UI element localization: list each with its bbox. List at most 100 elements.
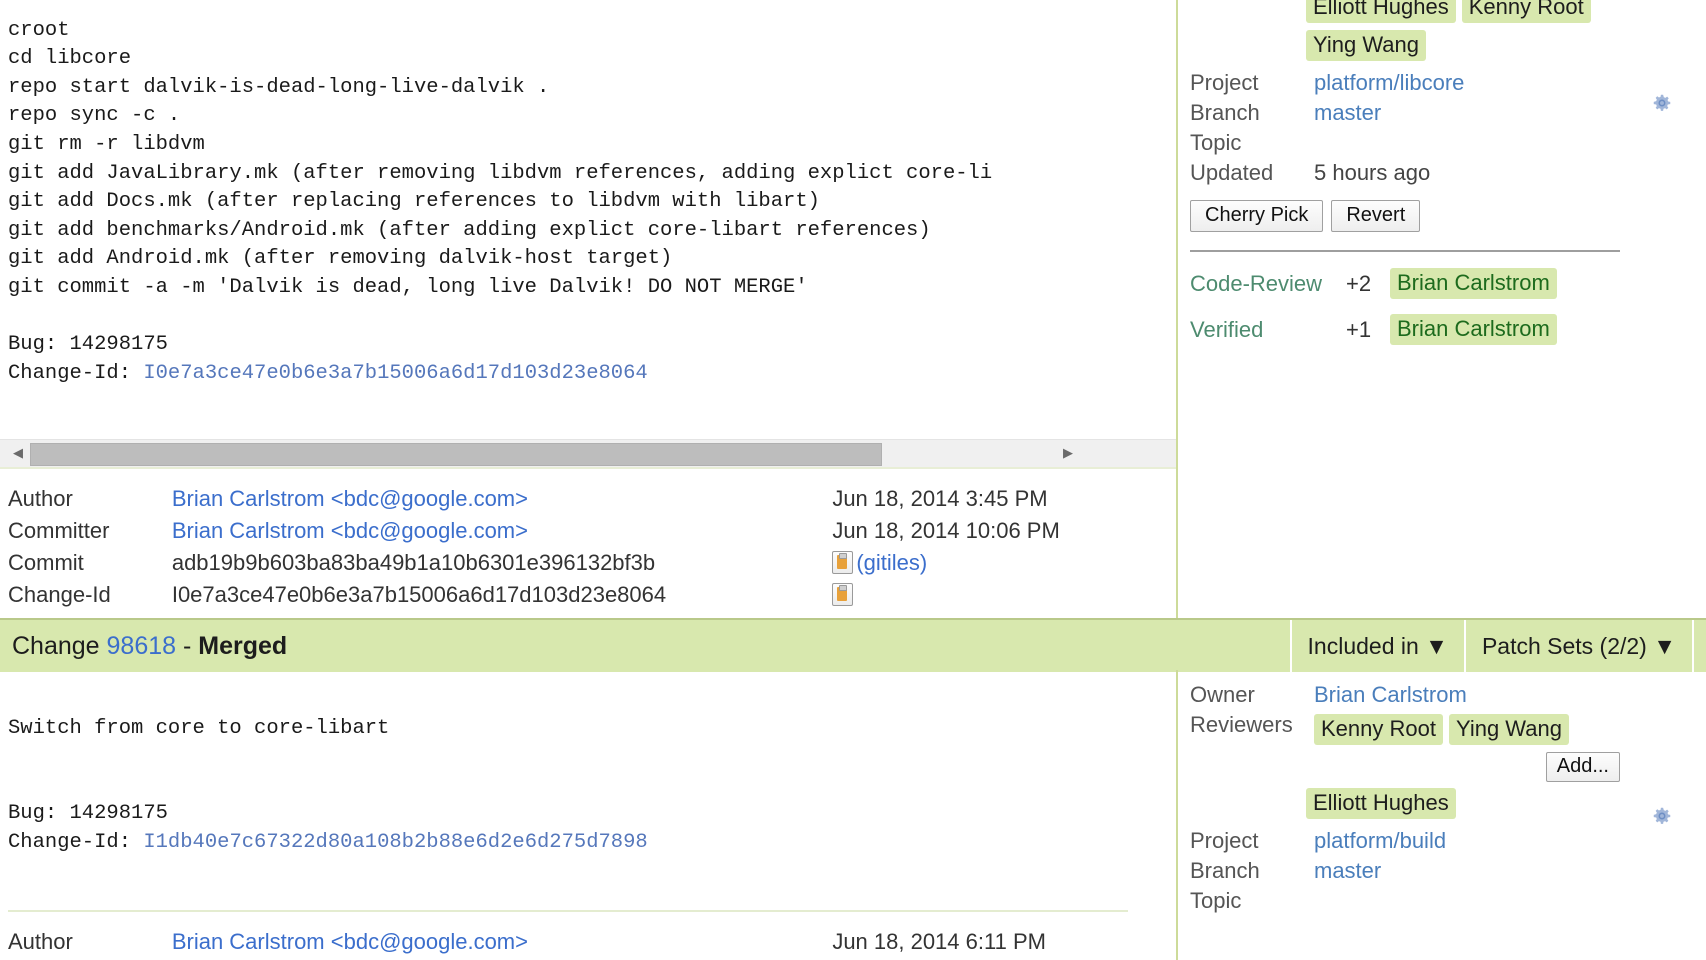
cherry-pick-button[interactable]: Cherry Pick [1190,199,1324,232]
author-label: Author [8,485,73,511]
label-voter-chip[interactable]: Brian Carlstrom [1390,267,1557,299]
patch-sets-dropdown[interactable]: Patch Sets (2/2) ▼ [1463,620,1692,672]
change-header-98618: Change 98618 - Merged Included in ▼ Patc… [0,618,1706,672]
changeid-label: Change-Id [8,581,111,607]
change-info-table-98618: Owner Brian Carlstrom Reviewers Kenny Ro… [1190,680,1575,750]
commit-line: cd libcore [8,47,132,71]
owner-value[interactable]: Brian Carlstrom [1314,682,1467,707]
change-side-panel-top: Elliott Hughes Kenny Root Ying Wang Proje… [1176,0,1706,358]
reviewer-chip[interactable]: Ying Wang [1448,714,1569,745]
commit-message-top: croot cd libcore repo start dalvik-is-de… [0,0,1176,417]
approval-row-code-review: Code-Review +2 Brian Carlstrom [1190,266,1706,302]
commit-line: repo start dalvik-is-dead-long-live-dalv… [8,75,550,99]
table-row: Topic [1190,886,1446,916]
reviewer-chip[interactable]: Ying Wang [1306,29,1426,61]
commit-line: git add Android.mk (after removing dalvi… [8,247,673,271]
change-block-top: croot cd libcore repo start dalvik-is-de… [0,0,1706,618]
change-number-link[interactable]: 98618 [107,632,177,660]
change-title: Change 98618 - Merged [0,632,287,661]
commit-line: Bug: 14298175 [8,333,168,357]
topic-value [1314,128,1464,158]
copy-icon[interactable] [832,582,854,606]
commit-line: git rm -r libdvm [8,132,205,156]
branch-label: Branch [1190,99,1260,125]
topic-label: Topic [1190,129,1242,155]
gitiles-link[interactable]: (gitiles) [856,550,927,575]
gerrit-change-screen: croot cd libcore repo start dalvik-is-de… [0,0,1706,960]
commit-line: repo sync -c . [8,104,181,128]
commit-hash: adb19b9b603ba83ba49b1a10b6301e396132bf3b [171,549,656,575]
gear-icon[interactable] [1651,92,1673,114]
table-row: Updated 5 hours ago [1190,158,1464,188]
commit-line: Bug: 14298175 [8,802,168,826]
table-row: Commit adb19b9b603ba83ba49b1a10b6301e396… [0,547,1176,579]
author-date: Jun 18, 2014 3:45 PM [832,485,1048,511]
reviewer-chip[interactable]: Elliott Hughes [1306,0,1456,23]
approval-row-verified: Verified +1 Brian Carlstrom [1190,312,1706,348]
topic-label: Topic [1190,887,1242,913]
table-row: Author Brian Carlstrom <bdc@google.com> … [0,926,1176,958]
commit-message-hscrollbar[interactable]: ◀ ▶ [0,438,1176,469]
change-dash: - [176,631,199,660]
gear-icon[interactable] [1651,805,1673,827]
table-row: Committer Brian Carlstrom <bdc@google.co… [0,515,1176,547]
change-status: Merged [198,631,288,660]
label-score-verified: +1 [1346,316,1372,342]
reviewers-label: Reviewers [1190,712,1293,737]
change-action-buttons-top: Cherry Pick Revert [1190,199,1706,232]
commit-message-98618: Switch from core to core-libart Bug: 142… [0,686,1176,886]
label-name-verified[interactable]: Verified [1190,317,1346,343]
revert-button[interactable]: Revert [1331,199,1421,232]
author-label: Author [8,929,73,955]
project-value[interactable]: platform/libcore [1314,70,1464,95]
add-reviewer-row: Add... [1190,751,1620,782]
reviewer-chip-list-top: Elliott Hughes Kenny Root Ying Wang [1190,0,1706,64]
commit-change-id-link[interactable]: I0e7a3ce47e0b6e3a7b15006a6d17d103d23e806… [143,362,647,385]
reviewer-chip[interactable]: Elliott Hughes [1306,787,1456,819]
table-row: Branch master [1190,98,1464,128]
owner-label: Owner [1190,682,1255,707]
commit-line-changeid-label: Change-Id: [8,361,144,385]
author-value[interactable]: Brian Carlstrom <bdc@google.com> [172,486,528,511]
add-reviewer-button[interactable]: Add... [1545,751,1620,782]
label-name-code-review[interactable]: Code-Review [1190,271,1346,297]
change-project-table-98618: Project platform/build Branch master Top… [1190,826,1446,916]
reviewer-chip[interactable]: Kenny Root [1314,714,1443,745]
included-in-dropdown[interactable]: Included in ▼ [1289,620,1464,672]
table-row: Reviewers Kenny Root Ying Wang [1190,710,1575,750]
commit-change-id-link[interactable]: I1db40e7c67322d80a108b2b88e6d2e6d275d789… [143,831,647,854]
label-voter-chip[interactable]: Brian Carlstrom [1390,313,1557,345]
commit-line: Switch from core to core-libart [8,716,390,740]
commit-line: git add Docs.mk (after replacing referen… [8,190,820,214]
commit-metadata-table-98618: Author Brian Carlstrom <bdc@google.com> … [0,926,1176,960]
scroll-right-icon[interactable]: ▶ [1056,440,1080,467]
author-value[interactable]: Brian Carlstrom <bdc@google.com> [172,929,528,954]
committer-value[interactable]: Brian Carlstrom <bdc@google.com> [172,518,528,543]
committer-label: Committer [8,517,110,543]
table-row: Topic [1190,128,1464,158]
commit-line: croot [8,18,70,42]
scroll-left-icon[interactable]: ◀ [6,440,30,467]
reviewer-chip[interactable]: Kenny Root [1461,0,1591,23]
change-main-column: croot cd libcore repo start dalvik-is-de… [0,0,1176,611]
change-main-column-98618: Switch from core to core-libart Bug: 142… [0,670,1176,960]
change-side-panel-98618: Owner Brian Carlstrom Reviewers Kenny Ro… [1176,670,1706,916]
commit-line: git add benchmarks/Android.mk (after add… [8,218,931,242]
commit-metadata-table-top: Author Brian Carlstrom <bdc@google.com> … [0,483,1176,611]
change-block-98618: Change 98618 - Merged Included in ▼ Patc… [0,618,1706,960]
project-label: Project [1190,827,1259,853]
branch-value[interactable]: master [1314,858,1381,883]
commit-label: Commit [8,549,84,575]
change-info-table-top: Project platform/libcore Branch master T… [1190,68,1464,188]
section-divider [8,910,1128,913]
changeid-value: I0e7a3ce47e0b6e3a7b15006a6d17d103d23e806… [171,581,667,607]
project-value[interactable]: platform/build [1314,828,1446,853]
table-row: Owner Brian Carlstrom [1190,680,1575,710]
change-header-actions: Included in ▼ Patch Sets (2/2) ▼ [1289,620,1706,672]
scrollbar-thumb[interactable] [30,442,882,466]
updated-label: Updated [1190,159,1274,185]
project-label: Project [1190,69,1259,95]
change-word: Change [12,631,100,660]
branch-value[interactable]: master [1314,100,1381,125]
reviewer-chip-list: Kenny Root Ying Wang [1314,710,1575,750]
